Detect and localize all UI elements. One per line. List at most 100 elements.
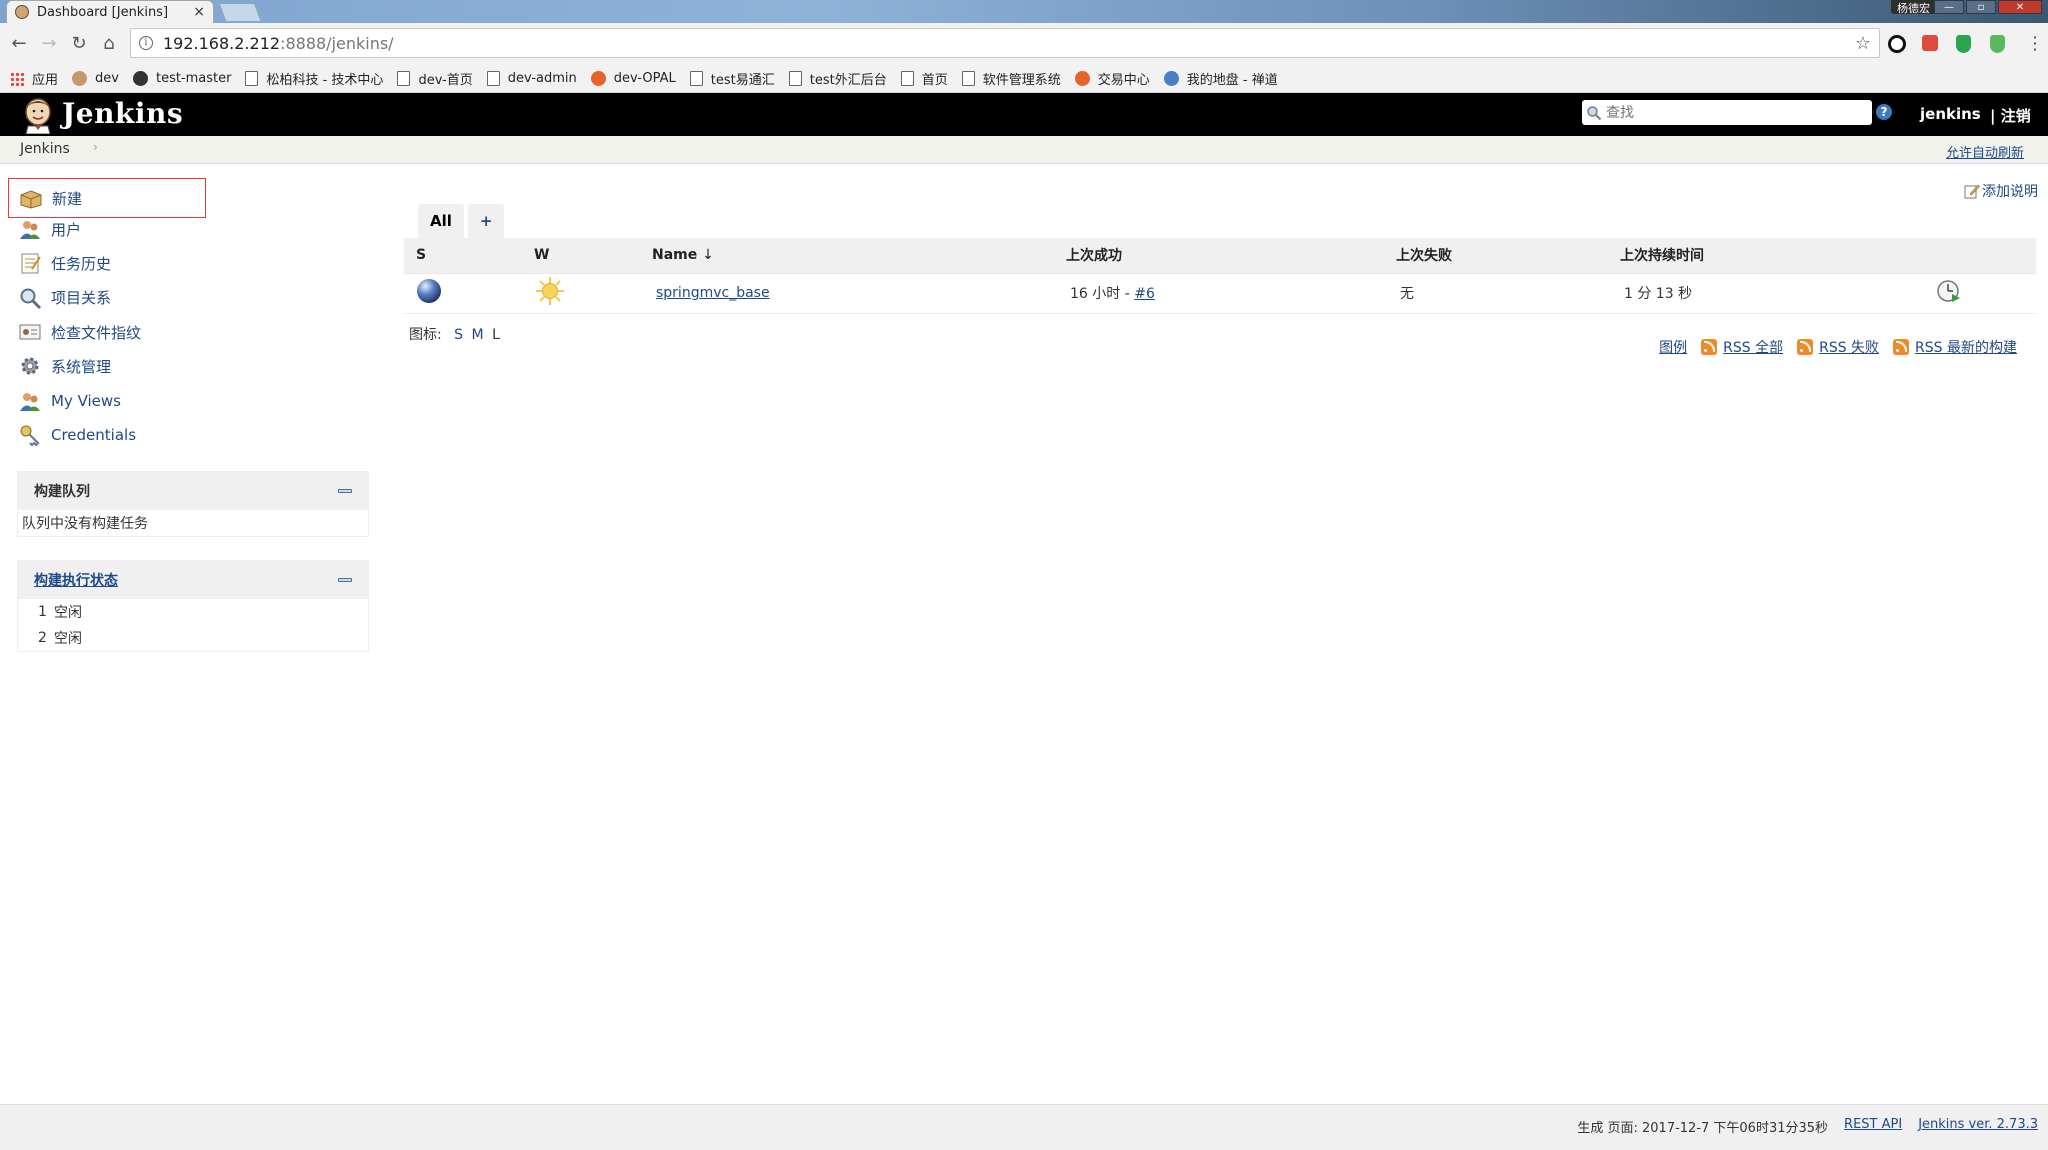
blue-ball-status-icon[interactable] — [416, 278, 442, 304]
bookmark-dev-admin[interactable]: dev-admin — [486, 71, 577, 86]
browser-tab[interactable]: Dashboard [Jenkins] × — [6, 0, 214, 23]
reload-icon[interactable]: ↻ — [68, 33, 90, 55]
icon-size-m[interactable]: M — [472, 327, 484, 343]
task-credentials[interactable]: Credentials — [8, 418, 370, 452]
collapse-icon[interactable] — [338, 489, 352, 493]
extension-shield-check-icon[interactable] — [1990, 35, 2005, 53]
sort-arrow-icon: ↓ — [702, 247, 714, 264]
bookmark-tech-center[interactable]: 松柏科技 - 技术中心 — [245, 69, 383, 88]
tab-close-icon[interactable]: × — [193, 4, 205, 20]
magnifier-icon — [20, 288, 42, 309]
collapse-icon[interactable] — [338, 578, 352, 582]
col-status[interactable]: S — [404, 238, 534, 273]
jenkins-version-link[interactable]: Jenkins ver. 2.73.3 — [1918, 1117, 2038, 1136]
home-icon[interactable]: ⌂ — [98, 33, 120, 55]
task-label[interactable]: 任务历史 — [51, 253, 111, 274]
executor-title-link[interactable]: 构建执行状态 — [34, 570, 118, 590]
task-manage-jenkins[interactable]: 系统管理 — [8, 349, 370, 383]
user-link[interactable]: jenkins — [1920, 105, 1981, 123]
breadcrumb-bar: Jenkins › 允许自动刷新 — [0, 136, 2048, 164]
auto-refresh-link[interactable]: 允许自动刷新 — [1946, 142, 2024, 161]
jenkins-title[interactable]: Jenkins — [62, 97, 183, 130]
task-build-history[interactable]: 任务历史 — [8, 246, 370, 280]
back-arrow-icon[interactable]: ← — [8, 33, 30, 55]
maximize-button[interactable]: ▫ — [1966, 0, 1996, 14]
col-weather[interactable]: W — [534, 238, 652, 273]
bookmark-home[interactable]: 首页 — [900, 69, 948, 88]
tab-add-view[interactable]: + — [467, 204, 505, 238]
last-duration-text: 1 分 13 秒 — [1624, 286, 1693, 302]
col-name[interactable]: Name ↓ — [652, 238, 1066, 273]
address-bar[interactable]: i 192.168.2.212:8888/jenkins/ ☆ — [130, 28, 1880, 58]
icon-size-s[interactable]: S — [454, 327, 463, 343]
extension-shield-icon[interactable] — [1956, 35, 1971, 53]
jenkins-favicon-icon — [15, 5, 29, 19]
close-window-button[interactable]: ✕ — [1998, 0, 2042, 14]
col-last-success[interactable]: 上次成功 — [1066, 238, 1396, 273]
task-label[interactable]: 新建 — [52, 188, 82, 209]
tab-title: Dashboard [Jenkins] — [37, 4, 169, 20]
bookmark-trade-center[interactable]: 交易中心 — [1074, 69, 1150, 88]
page-generated-time: 生成 页面: 2017-12-7 下午06时31分35秒 — [1577, 1121, 1829, 1136]
extension-circle-icon[interactable] — [1888, 35, 1906, 53]
rss-latest-link[interactable]: RSS 最新的构建 — [1893, 337, 2017, 357]
help-icon[interactable]: ? — [1876, 104, 1892, 120]
jenkins-bookmark-icon — [72, 71, 88, 86]
breadcrumb-jenkins[interactable]: Jenkins — [20, 141, 70, 157]
search-box[interactable] — [1582, 100, 1872, 125]
rss-failed-link[interactable]: RSS 失败 — [1797, 337, 1879, 357]
executor-row: 1 空闲 — [18, 599, 368, 625]
forward-arrow-icon[interactable]: → — [38, 33, 60, 55]
task-label[interactable]: 项目关系 — [51, 287, 111, 308]
col-last-duration[interactable]: 上次持续时间 — [1620, 238, 1936, 273]
browser-menu-icon[interactable]: ⋮ — [2024, 33, 2046, 55]
schedule-build-clock-icon[interactable] — [1936, 278, 1962, 304]
task-label[interactable]: 系统管理 — [51, 356, 111, 377]
page-icon — [689, 71, 703, 86]
rest-api-link[interactable]: REST API — [1844, 1117, 1902, 1136]
bookmark-test-forex[interactable]: test外汇后台 — [788, 69, 887, 88]
bookmark-zentao[interactable]: 我的地盘 - 禅道 — [1163, 69, 1278, 88]
add-description[interactable]: 添加说明 — [1964, 181, 2038, 201]
site-info-icon[interactable]: i — [139, 36, 153, 50]
bookmark-star-icon[interactable]: ☆ — [1855, 33, 1871, 54]
task-my-views[interactable]: My Views — [8, 383, 370, 417]
profile-chip[interactable]: 杨德宏 — [1891, 0, 1936, 15]
tab-all[interactable]: All — [418, 204, 464, 238]
minimize-button[interactable]: — — [1934, 0, 1964, 14]
extension-red-icon[interactable] — [1922, 35, 1938, 51]
bookmark-dev[interactable]: dev — [72, 71, 119, 86]
task-label[interactable]: My Views — [51, 392, 121, 410]
sunny-weather-icon[interactable] — [534, 275, 566, 307]
search-icon — [1587, 105, 1602, 120]
breadcrumb-separator-icon[interactable]: › — [93, 140, 98, 154]
task-fingerprint[interactable]: 检查文件指纹 — [8, 315, 370, 349]
build-number-link[interactable]: #6 — [1134, 286, 1155, 302]
jenkins-butler-logo-icon[interactable] — [20, 96, 56, 134]
github-bookmark-icon — [132, 71, 148, 86]
legend-link[interactable]: 图例 — [1659, 337, 1687, 357]
build-queue-header: 构建队列 — [18, 472, 368, 510]
task-label[interactable]: 用户 — [51, 219, 81, 240]
task-people[interactable]: 用户 — [8, 212, 370, 246]
job-link[interactable]: springmvc_base — [656, 285, 770, 301]
bookmark-test-yth[interactable]: test易通汇 — [689, 69, 775, 88]
rss-all-link[interactable]: RSS 全部 — [1701, 337, 1783, 357]
col-last-failure[interactable]: 上次失败 — [1396, 238, 1620, 273]
browser-toolbar: ← → ↻ ⌂ i 192.168.2.212:8888/jenkins/ ☆ … — [0, 23, 2048, 65]
task-label[interactable]: 检查文件指纹 — [51, 322, 141, 343]
bookmark-dev-home[interactable]: dev-首页 — [397, 69, 473, 88]
logout-link[interactable]: | 注销 — [1990, 105, 2031, 126]
last-success-cell: 16 小时 - #6 — [1066, 272, 1396, 314]
bookmark-dev-opal[interactable]: dev-OPAL — [590, 71, 676, 86]
task-label[interactable]: Credentials — [51, 426, 136, 444]
add-description-link[interactable]: 添加说明 — [1982, 181, 2038, 201]
bookmark-software-mgmt[interactable]: 软件管理系统 — [961, 69, 1061, 88]
schedule-build-cell — [1936, 272, 2036, 314]
page-footer: 生成 页面: 2017-12-7 下午06时31分35秒 REST API Je… — [0, 1104, 2048, 1150]
new-tab-button[interactable] — [218, 3, 262, 21]
search-input[interactable] — [1606, 104, 1856, 121]
bookmark-test-master[interactable]: test-master — [132, 71, 231, 86]
bookmark-apps[interactable]: 应用 — [10, 69, 58, 88]
task-project-relationship[interactable]: 项目关系 — [8, 281, 370, 315]
